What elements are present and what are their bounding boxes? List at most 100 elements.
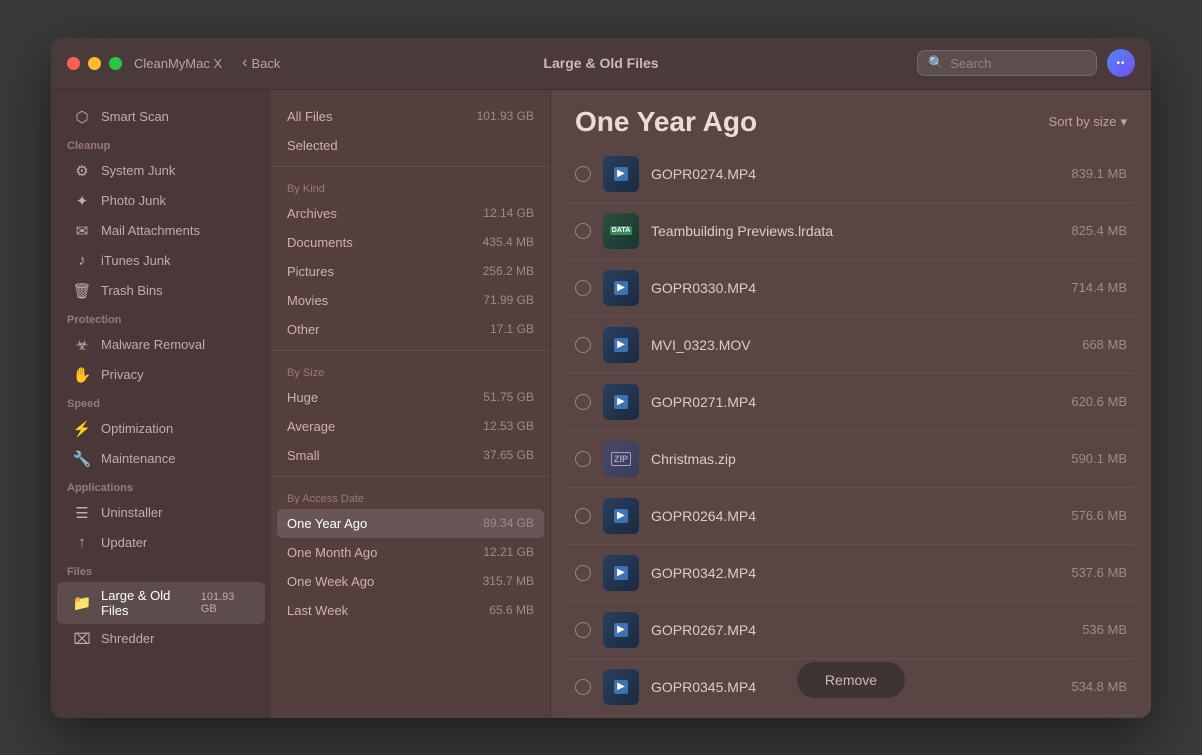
file-name: MVI_0323.MOV	[651, 337, 1070, 353]
sidebar-item-optimization[interactable]: ⚡ Optimization	[57, 414, 265, 444]
table-row[interactable]: ▶ GOPR0342.MP4 537.6 MB	[567, 545, 1135, 602]
table-row[interactable]: ▶ MVI_0323.MOV 668 MB	[567, 317, 1135, 374]
sort-label: Sort by size	[1049, 114, 1117, 129]
filter-documents[interactable]: Documents 435.4 MB	[271, 228, 550, 257]
shredder-icon: ⌧	[73, 630, 91, 648]
filter-pictures[interactable]: Pictures 256.2 MB	[271, 257, 550, 286]
filter-one-year-ago[interactable]: One Year Ago 89.34 GB	[277, 509, 544, 538]
photo-junk-icon: ✦	[73, 192, 91, 210]
filter-last-week[interactable]: Last Week 65.6 MB	[271, 596, 550, 625]
zip-label: ZIP	[611, 452, 631, 466]
filter-movies[interactable]: Movies 71.99 GB	[271, 286, 550, 315]
table-row[interactable]: ▶ GOPR0271.MP4 620.6 MB	[567, 374, 1135, 431]
filter-all-files[interactable]: All Files 101.93 GB	[271, 102, 550, 131]
table-row[interactable]: ▶ GOPR0264.MP4 576.6 MB	[567, 488, 1135, 545]
video-play-icon: ▶	[614, 509, 628, 523]
search-bar[interactable]: 🔍	[917, 50, 1097, 76]
filter-label: Small	[287, 448, 320, 463]
sidebar-item-system-junk[interactable]: ⚙ System Junk	[57, 156, 265, 186]
sidebar-item-large-old-files[interactable]: 📁 Large & Old Files 101.93 GB	[57, 582, 265, 624]
video-play-icon: ▶	[614, 566, 628, 580]
filter-panel: All Files 101.93 GB Selected By Kind Arc…	[271, 90, 551, 718]
filter-archives[interactable]: Archives 12.14 GB	[271, 199, 550, 228]
file-size: 576.6 MB	[1071, 508, 1127, 523]
filter-label: One Month Ago	[287, 545, 377, 560]
minimize-button[interactable]	[88, 57, 101, 70]
table-row[interactable]: ZIP Christmas.zip 590.1 MB	[567, 431, 1135, 488]
sidebar-item-smart-scan[interactable]: ⬡ Smart Scan	[57, 102, 265, 132]
search-input[interactable]	[950, 56, 1086, 71]
file-radio[interactable]	[575, 622, 591, 638]
file-icon: ▶	[603, 270, 639, 306]
table-row[interactable]: ▶ GOPR0267.MP4 536 MB	[567, 602, 1135, 659]
main-header: One Year Ago Sort by size ▾	[551, 90, 1151, 146]
remove-button[interactable]: Remove	[797, 662, 905, 698]
file-radio[interactable]	[575, 679, 591, 695]
sidebar-item-label: Shredder	[101, 631, 154, 646]
section-header-files: Files	[51, 558, 271, 582]
sidebar-item-trash-bins[interactable]: 🗑 Trash Bins	[57, 276, 265, 306]
file-size: 537.6 MB	[1071, 565, 1127, 580]
sidebar-item-label: Maintenance	[101, 451, 175, 466]
sidebar-item-privacy[interactable]: ✋ Privacy	[57, 360, 265, 390]
sidebar-item-label: System Junk	[101, 163, 175, 178]
file-radio[interactable]	[575, 508, 591, 524]
file-size: 825.4 MB	[1071, 223, 1127, 238]
filter-size: 101.93 GB	[477, 109, 534, 123]
sidebar-item-label: Mail Attachments	[101, 223, 200, 238]
filter-size: 315.7 MB	[483, 574, 534, 588]
filter-one-month-ago[interactable]: One Month Ago 12.21 GB	[271, 538, 550, 567]
sidebar-item-maintenance[interactable]: 🔧 Maintenance	[57, 444, 265, 474]
fullscreen-button[interactable]	[109, 57, 122, 70]
avatar[interactable]: ••	[1107, 49, 1135, 77]
mail-icon: ✉	[73, 222, 91, 240]
by-kind-header: By Kind	[271, 173, 550, 199]
sidebar-item-label: Privacy	[101, 367, 144, 382]
file-radio[interactable]	[575, 394, 591, 410]
close-button[interactable]	[67, 57, 80, 70]
filter-selected[interactable]: Selected	[271, 131, 550, 160]
section-header-cleanup: Cleanup	[51, 132, 271, 156]
file-name: GOPR0267.MP4	[651, 622, 1070, 638]
filter-small[interactable]: Small 37.65 GB	[271, 441, 550, 470]
back-button[interactable]: ‹ Back	[242, 54, 280, 72]
sidebar-item-itunes-junk[interactable]: ♪ iTunes Junk	[57, 246, 265, 276]
itunes-icon: ♪	[73, 252, 91, 270]
filter-size: 435.4 MB	[483, 235, 534, 249]
sidebar-item-shredder[interactable]: ⌧ Shredder	[57, 624, 265, 654]
file-radio[interactable]	[575, 565, 591, 581]
sidebar-item-malware-removal[interactable]: ☣ Malware Removal	[57, 330, 265, 360]
file-radio[interactable]	[575, 166, 591, 182]
filter-other[interactable]: Other 17.1 GB	[271, 315, 550, 344]
by-size-header: By Size	[271, 357, 550, 383]
file-list: ▶ GOPR0274.MP4 839.1 MB DATA Teambuildin…	[551, 146, 1151, 718]
app-window: CleanMyMac X ‹ Back Large & Old Files 🔍 …	[51, 38, 1151, 718]
file-radio[interactable]	[575, 451, 591, 467]
file-name: Christmas.zip	[651, 451, 1059, 467]
file-size-badge: 101.93 GB	[201, 591, 249, 615]
sidebar: ⬡ Smart Scan Cleanup ⚙ System Junk ✦ Pho…	[51, 90, 271, 718]
sidebar-item-label: Large & Old Files	[101, 588, 191, 618]
file-radio[interactable]	[575, 337, 591, 353]
table-row[interactable]: DATA Teambuilding Previews.lrdata 825.4 …	[567, 203, 1135, 260]
file-radio[interactable]	[575, 280, 591, 296]
table-row[interactable]: ▶ GOPR0330.MP4 714.4 MB	[567, 260, 1135, 317]
filter-average[interactable]: Average 12.53 GB	[271, 412, 550, 441]
section-header-speed: Speed	[51, 390, 271, 414]
table-row[interactable]: ▶ GOPR0274.MP4 839.1 MB	[567, 146, 1135, 203]
sidebar-item-uninstaller[interactable]: ☰ Uninstaller	[57, 498, 265, 528]
sort-button[interactable]: Sort by size ▾	[1049, 114, 1127, 130]
sidebar-item-mail-attachments[interactable]: ✉ Mail Attachments	[57, 216, 265, 246]
sidebar-item-label: Trash Bins	[101, 283, 163, 298]
filter-one-week-ago[interactable]: One Week Ago 315.7 MB	[271, 567, 550, 596]
filter-label: Movies	[287, 293, 328, 308]
chevron-left-icon: ‹	[242, 54, 247, 72]
file-radio[interactable]	[575, 223, 591, 239]
file-size: 668 MB	[1082, 337, 1127, 352]
filter-huge[interactable]: Huge 51.75 GB	[271, 383, 550, 412]
sidebar-item-photo-junk[interactable]: ✦ Photo Junk	[57, 186, 265, 216]
sidebar-item-label: Malware Removal	[101, 337, 205, 352]
traffic-lights	[67, 57, 122, 70]
filter-label: Documents	[287, 235, 353, 250]
sidebar-item-updater[interactable]: ↑ Updater	[57, 528, 265, 558]
